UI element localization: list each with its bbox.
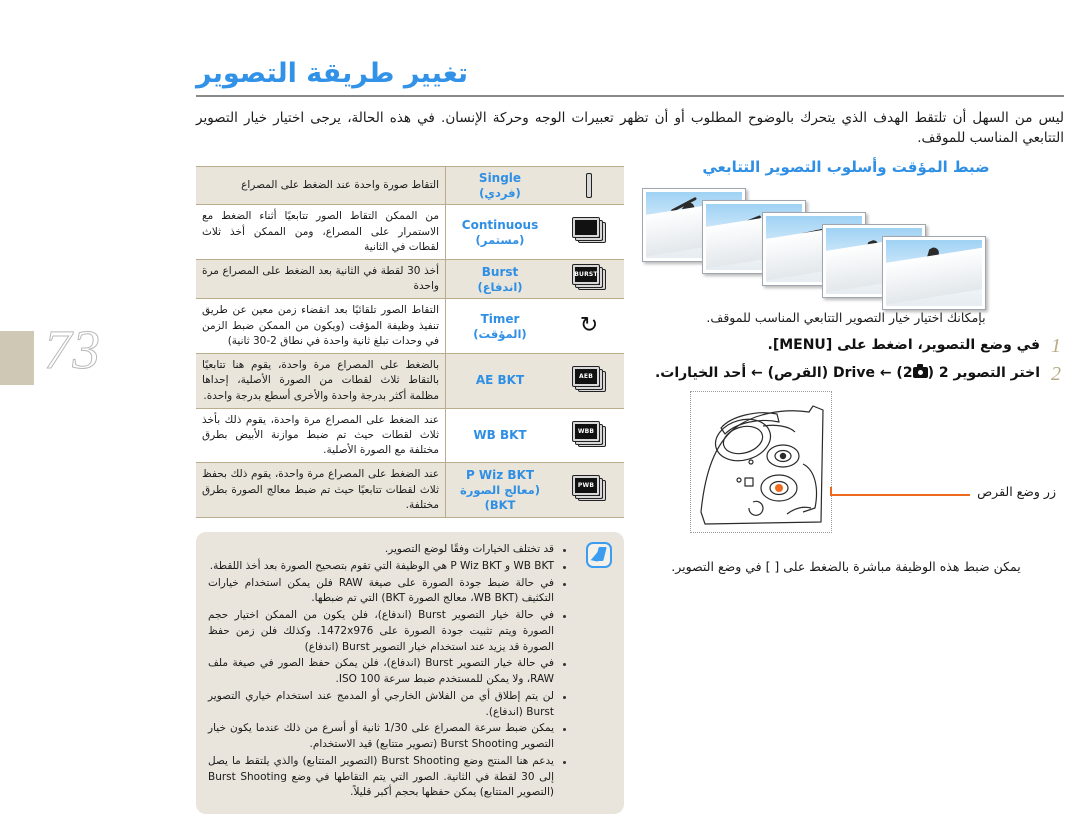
continuous-frames-icon [572,217,606,244]
mode-desc: عند الضغط على المصراع مرة واحدة، يقوم ذل… [196,407,446,464]
mode-name-cell: Timer (المؤقت) [445,298,554,355]
sequence-frame-5 [882,236,986,310]
mode-name-ar: (مستمر) [475,232,525,247]
step2-drive-label-ar: (القرص) [767,365,829,381]
camera-illustration-frame [690,391,832,533]
mode-desc: بالضغط على المصراع مرة واحدة، يقوم هنا ت… [196,353,446,409]
mode-name-en: P Wiz BKT [465,468,535,483]
mode-icon-cell: ↻ [554,298,624,355]
mode-name-en: Timer [480,311,520,326]
note-pen-icon [586,542,612,569]
table-row: Single (فردي) التقاط صورة واحدة عند الضغ… [196,165,624,206]
mode-name-en: AE BKT [475,373,525,388]
mode-name-cell: Burst (اندفاع) [445,259,554,300]
mode-name-ar: (المؤقت) [473,326,527,341]
table-row: AEB AE BKT بالضغط على المصراع مرة واحدة،… [196,353,624,409]
intro-paragraph: ليس من السهل أن تلتقط الهدف الذي يتحرك ب… [196,110,1064,147]
table-row: WBB WB BKT عند الضغط على المصراع مرة واح… [196,407,624,464]
list-item: WB BKT و P Wiz BKT هي الوظيفة التي تقوم … [208,559,566,575]
mode-name-cell: AE BKT [445,353,554,409]
callout-line-vertical [830,487,832,495]
list-item: يدعم هنا المنتج وضع Burst Shooting (التص… [208,754,566,801]
list-item: يمكن ضبط سرعة المصراع على 1/30 ثانية أو … [208,721,566,753]
page-title-block: تغيير طريقة التصوير [196,58,1064,97]
mode-name-ar: (اندفاع) [477,279,523,294]
mode-icon-cell: AEB [554,353,624,409]
mode-icon-cell: BURST [554,259,624,300]
mode-name-en: Continuous [461,217,539,232]
list-item: لن يتم إطلاق أي من الفلاش الخارجي أو الم… [208,689,566,721]
mode-icon-cell [554,165,624,206]
mode-name-en: Burst [481,264,519,279]
steps-list: 1 في وضع التصوير، اضغط على [MENU]. 2 اخت… [628,335,1064,385]
pwb-icon: PWB [572,475,606,502]
figure-caption: يمكن ضبط هذه الوظيفة مباشرة بالضغط على [… [628,559,1064,574]
single-frame-icon [586,173,592,199]
step2-menu-number: 2 [938,365,949,381]
figure-caption-text: يمكن ضبط هذه الوظيفة مباشرة بالضغط على [… [671,559,1021,574]
camera-top-drawing [700,405,824,525]
step-text: في وضع التصوير، اضغط على [MENU]. [767,337,1041,353]
mode-icon-cell: WBB [554,407,624,464]
mode-desc: من الممكن التقاط الصور تتابعيًا أثناء ال… [196,204,446,261]
burst-icon: BURST [572,264,606,291]
step-2: 2 اختر التصوير 2 (2) ← Drive (القرص) ← أ… [628,363,1064,385]
section-lead-text: بإمكانك اختيار خيار التصوير التتابعي الم… [706,310,986,325]
manual-page: 73 تغيير طريقة التصوير ليس من السهل أن ت… [0,0,1080,815]
camera-figure: زر وضع القرص [628,391,1064,541]
table-row: ↻ Timer (المؤقت) التقاط الصور تلقائيًا ب… [196,298,624,355]
burst-sequence-illustration [628,188,1064,310]
table-row: PWB P Wiz BKT (معالج الصورة BKT) عند الض… [196,462,624,519]
notes-callout-box: قد تختلف الخيارات وفقًا لوضع التصوير. WB… [196,532,624,815]
step-number: 1 [1051,335,1061,357]
timer-icon: ↻ [579,313,599,339]
list-item: في حالة ضبط جودة الصورة على صيغة RAW فلن… [208,576,566,608]
mode-name-cell: WB BKT [445,407,554,464]
section-subheading: ضبط المؤقت وأسلوب التصوير التتابعي [702,158,990,176]
list-item: في حالة خيار التصوير Burst (اندفاع)، فلن… [208,608,566,655]
callout-label: زر وضع القرص [977,484,1056,499]
left-column: Single (فردي) التقاط صورة واحدة عند الضغ… [196,165,624,815]
aeb-icon: AEB [572,365,606,392]
mode-desc: عند الضغط على المصراع مرة واحدة، يقوم ذل… [196,462,446,519]
callout-line-horizontal [830,494,970,496]
page-edge-tab [0,331,34,385]
mode-name-ar: (فردي) [479,186,521,200]
list-item: في حالة خيار التصوير Burst (اندفاع)، فلن… [208,656,566,688]
step2-arrow-1: ← [879,365,892,381]
mode-name-cell: P Wiz BKT (معالج الصورة BKT) [445,462,554,519]
title-divider [196,95,1064,97]
list-item: قد تختلف الخيارات وفقًا لوضع التصوير. [208,542,566,558]
mode-icon-cell [554,204,624,261]
table-row: BURST Burst (اندفاع) أخذ 30 لقطة في الثا… [196,259,624,300]
notes-list: قد تختلف الخيارات وفقًا لوضع التصوير. WB… [208,542,612,801]
step2-paren-number: 2 [902,365,913,381]
step2-arrow-2: ← [751,365,763,381]
step-text: اختر التصوير 2 (2) ← Drive (القرص) ← أحد… [654,364,1041,381]
camera-menu-icon [912,364,928,378]
page-title: تغيير طريقة التصوير [196,58,469,89]
mode-name-cell: Single (فردي) [445,165,554,206]
step-number: 2 [1051,363,1061,385]
drive-button-highlight [775,484,783,492]
right-column: ضبط المؤقت وأسلوب التصوير التتابعي بإمكا… [628,158,1064,574]
mode-desc: أخذ 30 لقطة في الثانية بعد الضغط على الم… [196,259,446,300]
step-1: 1 في وضع التصوير، اضغط على [MENU]. [628,335,1064,357]
mode-name-ar: (معالج الصورة BKT) [459,483,540,512]
mode-desc: التقاط صورة واحدة عند الضغط على المصراع [196,165,446,206]
drive-modes-table: Single (فردي) التقاط صورة واحدة عند الضغ… [196,165,624,519]
table-row: Continuous (مستمر) من الممكن التقاط الصو… [196,204,624,261]
page-number: 73 [44,319,101,380]
mode-name-cell: Continuous (مستمر) [445,204,554,261]
step2-tail: أحد الخيارات. [654,365,747,381]
mode-icon-cell: PWB [554,462,624,519]
step2-lead: اختر التصوير [953,365,1041,381]
step2-drive-label: Drive [833,365,875,381]
wbb-icon: WBB [572,420,606,447]
mode-name-en: Single [478,171,522,185]
mode-name-en: WB BKT [473,428,527,443]
mode-desc: التقاط الصور تلقائيًا بعد انقضاء زمن معي… [196,298,446,355]
